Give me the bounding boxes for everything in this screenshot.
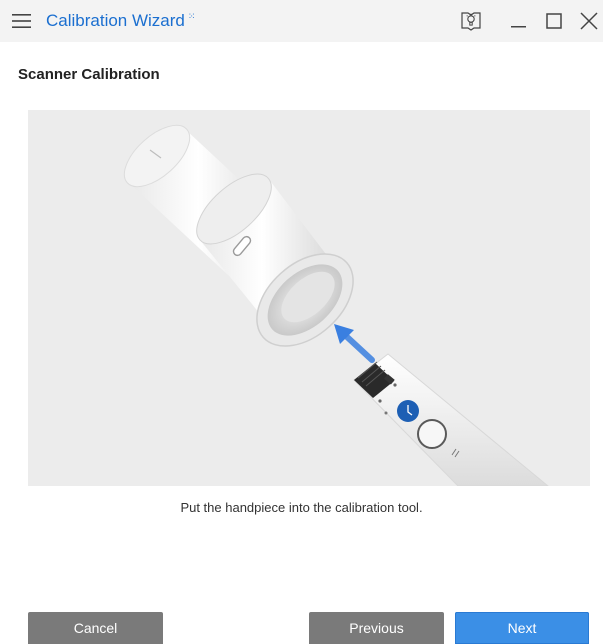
handpiece-calibration-graphic [123,124,549,486]
maximize-icon[interactable] [541,8,567,34]
insert-direction-arrow [334,324,375,363]
menu-icon[interactable] [12,13,31,29]
previous-button[interactable]: Previous [309,612,444,644]
close-icon[interactable] [576,8,602,34]
next-button[interactable]: Next [455,612,589,644]
cancel-button[interactable]: Cancel [28,612,163,644]
app-title: Calibration Wizard ⁙ [46,11,195,31]
title-badge: ⁙ [187,11,196,22]
help-manual-icon[interactable] [460,10,482,32]
page-heading: Scanner Calibration [18,66,160,83]
instruction-text: Put the handpiece into the calibration t… [180,500,423,515]
calibration-tool [123,124,354,347]
minimize-icon[interactable] [505,8,531,34]
handpiece [353,353,549,486]
app-title-text: Calibration Wizard [46,11,185,30]
title-bar: Calibration Wizard ⁙ [0,0,603,42]
calibration-illustration [28,110,590,486]
